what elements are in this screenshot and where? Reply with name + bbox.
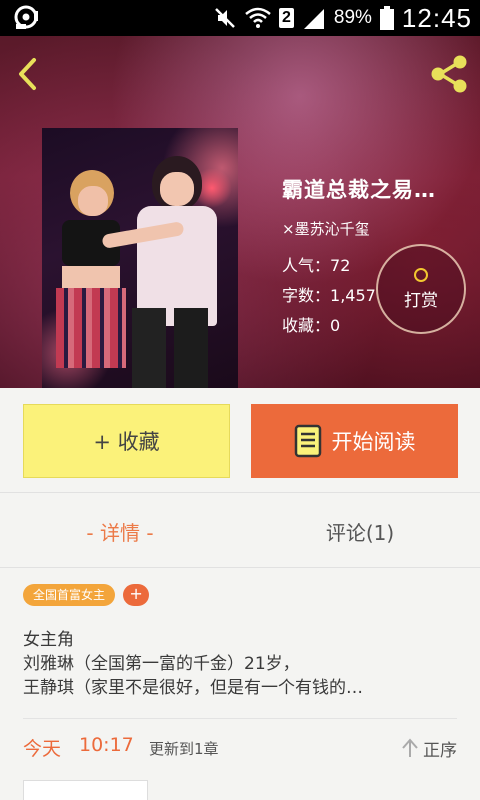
update-text: 更新到1章 xyxy=(149,740,219,758)
clock: 12:45 xyxy=(401,2,472,33)
description-line: 王静琪（家里不是很好，但是有一个有钱的… xyxy=(23,678,363,698)
mute-icon xyxy=(215,8,235,28)
word-count-value: 1,457 xyxy=(330,286,376,305)
update-day: 今天 xyxy=(23,738,62,760)
battery-percent: 89% xyxy=(333,7,372,28)
book-icon xyxy=(294,424,321,458)
tab-detail[interactable]: - 详情 - xyxy=(0,493,240,569)
start-reading-label: 开始阅读 xyxy=(331,430,416,454)
sort-order-button[interactable]: 正序 xyxy=(401,734,457,762)
collections-value: 0 xyxy=(330,316,341,335)
signal-icon xyxy=(303,9,324,29)
wifi-icon xyxy=(245,7,271,28)
book-cover[interactable] xyxy=(42,128,238,388)
update-info: 今天 10:17 更新到1章 正序 xyxy=(23,734,457,762)
description-line: 女主角 xyxy=(23,630,74,650)
popularity-value: 72 xyxy=(330,256,351,275)
chapter-card[interactable] xyxy=(23,780,148,800)
divider xyxy=(23,718,457,719)
book-title: 霸道总裁之易… xyxy=(282,178,436,202)
book-hero: 霸道总裁之易… ×墨苏沁千玺 人气：72 字数：1,457 收藏：0 打赏 xyxy=(0,36,480,388)
tab-bar: - 详情 - 评论(1) xyxy=(0,492,480,568)
description-line: 刘雅琳（全国第一富的千金）21岁， xyxy=(23,654,300,674)
start-reading-button[interactable]: 开始阅读 xyxy=(251,404,458,478)
update-time: 10:17 xyxy=(79,734,134,756)
notification-icon xyxy=(14,5,38,29)
arrow-up-icon xyxy=(402,738,418,757)
book-author[interactable]: ×墨苏沁千玺 xyxy=(282,218,472,239)
tab-comments[interactable]: 评论(1) xyxy=(240,493,480,569)
tag-list: 全国首富女主 + xyxy=(23,584,150,606)
reward-button[interactable]: 打赏 xyxy=(376,244,466,334)
battery-icon xyxy=(379,6,394,30)
sort-order-label: 正序 xyxy=(423,740,457,761)
favorite-button[interactable]: + 收藏 xyxy=(23,404,230,478)
tag-chip[interactable]: 全国首富女主 xyxy=(23,584,116,606)
sim-indicator: 2 xyxy=(278,8,294,28)
action-bar: + 收藏 开始阅读 xyxy=(0,388,480,492)
back-button[interactable] xyxy=(12,54,46,94)
collections-label: 收藏： xyxy=(282,316,331,335)
status-bar: 2 89% 12:45 xyxy=(0,0,480,36)
reward-label: 打赏 xyxy=(404,291,438,311)
book-description[interactable]: 女主角 刘雅琳（全国第一富的千金）21岁， 王静琪（家里不是很好，但是有一个有钱… xyxy=(23,628,463,700)
share-button[interactable] xyxy=(428,54,470,94)
popularity-label: 人气： xyxy=(282,256,331,275)
favorite-label: + 收藏 xyxy=(93,430,160,454)
add-tag-button[interactable]: + xyxy=(123,584,150,606)
word-count-label: 字数： xyxy=(282,286,331,305)
coin-icon xyxy=(414,268,428,282)
